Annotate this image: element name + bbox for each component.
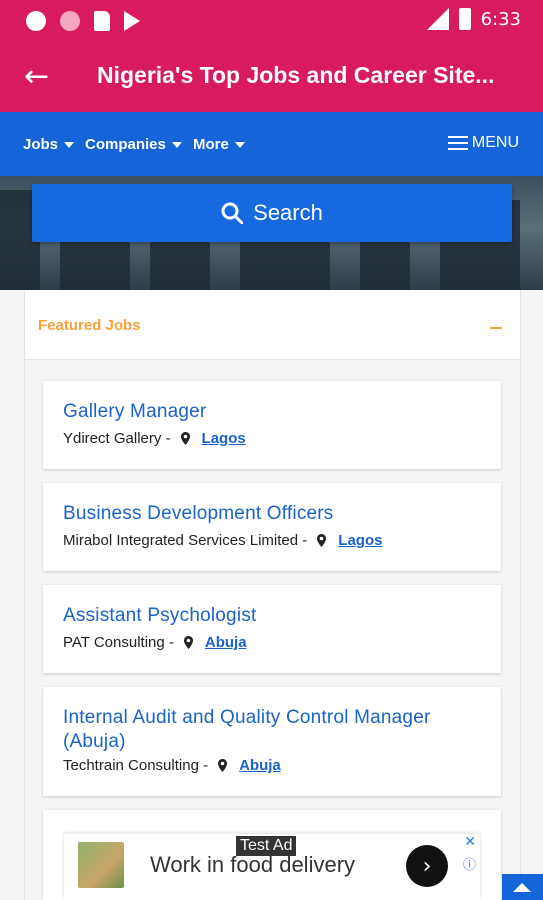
search-button[interactable]: Search <box>32 184 512 242</box>
signal-icon <box>426 8 449 30</box>
search-icon <box>221 202 244 224</box>
ad-label: Test Ad <box>236 836 297 856</box>
menu-button[interactable]: MENU <box>447 134 519 152</box>
job-company: PAT Consulting - <box>63 634 174 651</box>
nav-jobs-dropdown[interactable]: Jobs <box>23 136 75 153</box>
job-company: Mirabol Integrated Services Limited - <box>63 532 308 549</box>
search-label: Search <box>253 200 323 225</box>
job-card[interactable]: Internal Audit and Quality Control Manag… <box>43 687 501 796</box>
close-icon[interactable]: ✕ <box>464 834 476 850</box>
caret-down-icon <box>64 141 75 148</box>
scroll-to-top-button[interactable] <box>502 874 543 900</box>
location-pin-icon <box>183 636 193 649</box>
featured-jobs-title: Featured Jobs <box>38 317 141 334</box>
job-card[interactable]: Business Development Officers Mirabol In… <box>43 483 501 571</box>
job-title[interactable]: Business Development Officers <box>63 502 483 526</box>
page-title: Nigeria's Top Jobs and Career Site... <box>97 62 495 88</box>
nav-item-label: Jobs <box>23 136 59 153</box>
featured-jobs-header[interactable]: Featured Jobs <box>25 290 520 360</box>
nav-companies-dropdown[interactable]: Companies <box>85 136 182 153</box>
job-location-link[interactable]: Lagos <box>338 532 382 549</box>
location-pin-icon <box>218 759 228 772</box>
hamburger-icon <box>447 136 468 150</box>
nav-item-label: Companies <box>85 136 166 153</box>
job-location-link[interactable]: Lagos <box>202 430 246 447</box>
location-pin-icon <box>180 432 190 445</box>
notification-icon <box>60 11 80 31</box>
ad-thumbnail <box>78 842 124 888</box>
info-icon[interactable]: ⓘ <box>463 854 476 873</box>
job-meta: Ydirect Gallery - Lagos <box>63 430 246 447</box>
nav-more-dropdown[interactable]: More <box>193 136 245 153</box>
job-title[interactable]: Assistant Psychologist <box>63 604 483 628</box>
job-company: Ydirect Gallery - <box>63 430 171 447</box>
nav-item-label: More <box>193 136 229 153</box>
job-meta: Mirabol Integrated Services Limited - La… <box>63 532 382 549</box>
status-time: 6:33 <box>480 8 521 30</box>
app-bar: ← Nigeria's Top Jobs and Career Site... <box>0 44 543 112</box>
job-location-link[interactable]: Abuja <box>239 757 281 774</box>
play-store-icon <box>124 11 140 31</box>
job-card[interactable]: Gallery Manager Ydirect Gallery - Lagos <box>43 381 501 469</box>
job-title[interactable]: Internal Audit and Quality Control Manag… <box>63 706 483 754</box>
job-location-link[interactable]: Abuja <box>205 634 247 651</box>
back-arrow-icon[interactable]: ← <box>24 60 49 94</box>
collapse-icon[interactable] <box>490 327 502 329</box>
site-nav: Jobs Companies More MENU <box>0 112 543 176</box>
location-pin-icon <box>317 534 327 547</box>
caret-down-icon <box>171 141 182 148</box>
job-title[interactable]: Gallery Manager <box>63 400 483 424</box>
job-meta: PAT Consulting - Abuja <box>63 634 247 651</box>
job-company: Techtrain Consulting - <box>63 757 209 774</box>
menu-label: MENU <box>471 134 519 151</box>
sd-card-icon <box>94 11 110 31</box>
status-bar: 6:33 <box>0 0 543 44</box>
main-content: Featured Jobs Gallery Manager Ydirect Ga… <box>0 290 543 900</box>
job-card[interactable]: Assistant Psychologist PAT Consulting - … <box>43 585 501 673</box>
job-meta: Techtrain Consulting - Abuja <box>63 757 281 774</box>
battery-icon <box>458 8 471 30</box>
notification-icon <box>26 11 46 31</box>
featured-jobs-panel: Featured Jobs Gallery Manager Ydirect Ga… <box>24 290 521 900</box>
caret-down-icon <box>234 141 245 148</box>
chevron-right-icon[interactable]: › <box>406 845 448 887</box>
